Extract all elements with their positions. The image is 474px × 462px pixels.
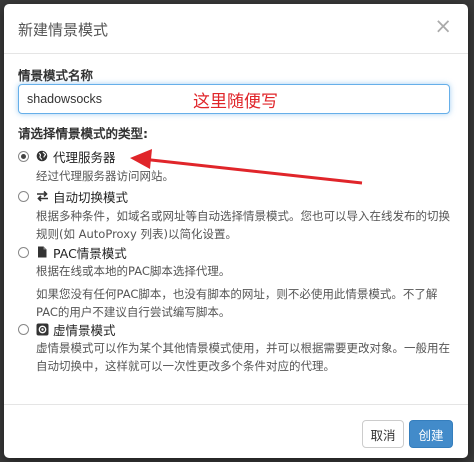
profile-type-label: 请选择情景模式的类型: xyxy=(18,126,148,141)
new-profile-dialog: 新建情景模式 × 情景模式名称 这里随便写 请选择情景模式的类型: 代理服务器 … xyxy=(4,4,468,458)
virtual-icon xyxy=(35,322,49,336)
option-label: 代理服务器 xyxy=(53,149,116,165)
profile-name-input[interactable] xyxy=(18,84,450,114)
file-icon xyxy=(35,245,49,259)
option-description: 经过代理服务器访问网站。 xyxy=(36,169,174,183)
dialog-title: 新建情景模式 xyxy=(18,21,109,39)
option-proxy-server[interactable]: 代理服务器 xyxy=(18,147,116,165)
option-description: 根据在线或本地的PAC脚本选择代理。 xyxy=(36,264,231,278)
cancel-button[interactable]: 取消 xyxy=(362,420,404,448)
create-button[interactable]: 创建 xyxy=(409,420,453,448)
switch-icon xyxy=(35,189,49,203)
close-icon[interactable]: × xyxy=(434,16,452,37)
option-note: 如果您没有任何PAC脚本，也没有脚本的网址，则不必使用此情景模式。不了解PAC的… xyxy=(36,287,438,319)
option-label: PAC情景模式 xyxy=(53,245,127,261)
option-description: 根据多种条件，如域名或网址等自动选择情景模式。您也可以导入在线发布的切换规则(如… xyxy=(36,209,450,241)
globe-icon xyxy=(35,149,49,163)
dialog-footer: 取消 创建 xyxy=(4,404,468,458)
radio-button[interactable] xyxy=(18,190,29,202)
profile-name-label: 情景模式名称 xyxy=(18,68,94,83)
option-virtual-profile[interactable]: 虚情景模式 xyxy=(18,320,116,338)
option-description: 虚情景模式可以作为某个其他情景模式使用，并可以根据需要更改对象。一般用在自动切换… xyxy=(36,341,450,373)
radio-button-checked[interactable] xyxy=(18,150,29,162)
option-label: 自动切换模式 xyxy=(53,189,129,205)
option-pac-profile[interactable]: PAC情景模式 xyxy=(18,243,127,261)
option-auto-switch[interactable]: 自动切换模式 xyxy=(18,187,128,205)
option-label: 虚情景模式 xyxy=(53,322,116,338)
dialog-header: 新建情景模式 × xyxy=(4,4,468,54)
radio-button[interactable] xyxy=(18,246,29,258)
radio-button[interactable] xyxy=(18,323,29,335)
